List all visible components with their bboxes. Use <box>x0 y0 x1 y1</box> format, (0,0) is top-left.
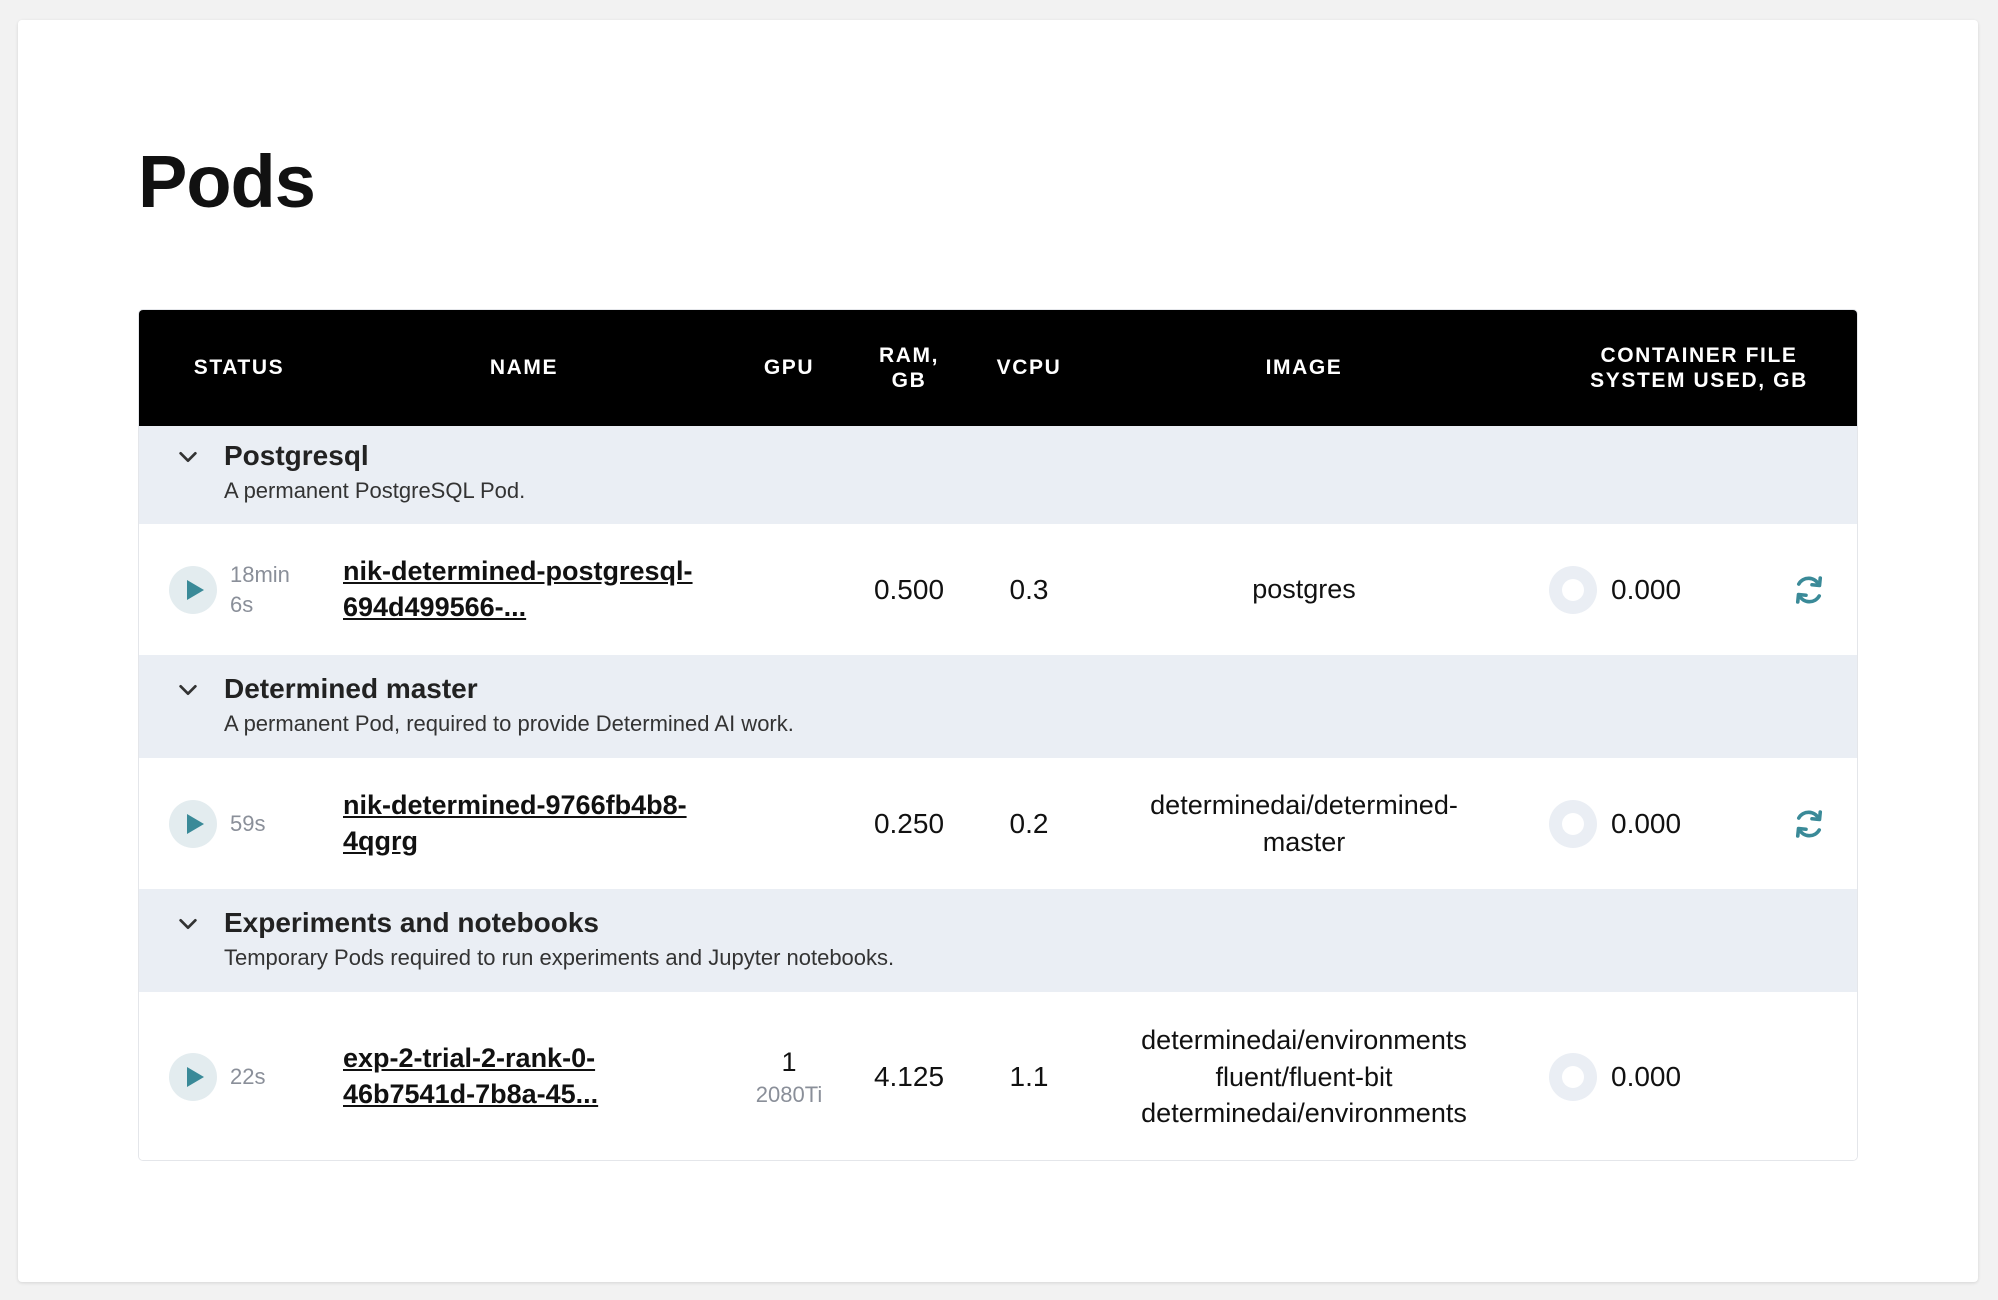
column-header-fs-used[interactable]: CONTAINER FILE SYSTEM USED, GB <box>1519 310 1857 426</box>
column-header-gpu[interactable]: GPU <box>729 310 849 426</box>
chevron-down-icon[interactable] <box>177 913 199 935</box>
table-row: 22s exp-2-trial-2-rank-0- 46b7541d-7b8a-… <box>139 992 1857 1160</box>
fs-used-cell: 0.000 <box>139 992 1857 1160</box>
column-header-image[interactable]: IMAGE <box>1099 310 1509 426</box>
group-description: A permanent PostgreSQL Pod. <box>224 478 526 503</box>
group-header-determined-master[interactable]: Determined master A permanent Pod, requi… <box>139 655 1857 758</box>
fs-used-value: 0.000 <box>1611 807 1682 839</box>
column-header-ram-line2: GB <box>891 369 927 392</box>
fs-used-value: 0.000 <box>1611 573 1682 605</box>
group-description: A permanent Pod, required to provide Det… <box>224 711 794 736</box>
fs-used-value: 0.000 <box>1611 1061 1682 1092</box>
column-header-vcpu[interactable]: VCPU <box>979 310 1079 426</box>
fs-usage-ring <box>1549 799 1597 848</box>
fs-usage-ring <box>1549 1053 1597 1101</box>
fs-usage-ring <box>1549 565 1597 614</box>
refresh-icon[interactable] <box>1791 572 1827 608</box>
page-title: Pods <box>138 140 316 223</box>
column-header-ram[interactable]: RAM, GB <box>859 310 959 426</box>
chevron-down-icon[interactable] <box>177 679 199 701</box>
group-title: Postgresql <box>224 440 369 471</box>
fs-used-cell: 0.000 <box>139 758 1857 889</box>
column-header-status[interactable]: STATUS <box>159 310 319 426</box>
column-header-ram-line1: RAM, <box>878 343 940 367</box>
group-title: Experiments and notebooks <box>224 907 599 938</box>
column-header-fs-line1: CONTAINER FILE <box>1600 343 1798 367</box>
pods-table: STATUS NAME GPU RAM, GB VCPU IMAGE CONTA… <box>138 309 1858 1161</box>
column-header-name[interactable]: NAME <box>339 310 709 426</box>
column-header-fs-line2: SYSTEM USED, GB <box>1590 369 1808 392</box>
page-card: Pods STATUS NAME GPU RAM, GB VCPU IMAGE … <box>18 20 1978 1282</box>
group-header-postgresql[interactable]: Postgresql A permanent PostgreSQL Pod. <box>139 426 1857 524</box>
group-description: Temporary Pods required to run experimen… <box>224 945 895 970</box>
fs-used-cell: 0.000 <box>139 524 1857 655</box>
group-title: Determined master <box>224 673 478 704</box>
table-header: STATUS NAME GPU RAM, GB VCPU IMAGE CONTA… <box>139 310 1857 426</box>
chevron-down-icon[interactable] <box>177 446 199 468</box>
table-row: 59s nik-determined-9766fb4b8- 4qgrg 0.25… <box>139 758 1857 889</box>
table-row: 18min 6s nik-determined-postgresql- 694d… <box>139 524 1857 655</box>
refresh-icon[interactable] <box>1791 806 1827 842</box>
group-header-experiments-and-notebooks[interactable]: Experiments and notebooks Temporary Pods… <box>139 889 1857 992</box>
